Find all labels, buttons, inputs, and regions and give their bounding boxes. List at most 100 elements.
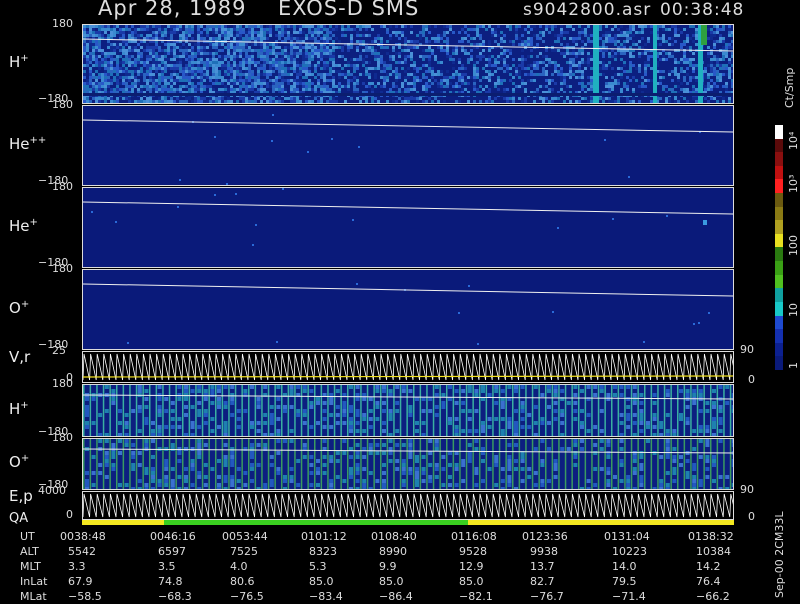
cell (359, 25, 362, 28)
cell (443, 34, 446, 37)
cell (329, 397, 334, 401)
ephemeris-cell: 80.6 (230, 575, 255, 588)
cell (446, 37, 449, 40)
cell (413, 97, 416, 100)
cell (507, 385, 512, 389)
cell (290, 97, 293, 100)
cell (705, 439, 710, 443)
cell (104, 28, 107, 31)
cell (619, 463, 624, 467)
cell (536, 61, 539, 64)
cell (722, 37, 725, 40)
cell (629, 46, 632, 49)
colorbar-swatch (775, 165, 783, 180)
cell (83, 64, 86, 67)
cell (470, 49, 473, 52)
cell (722, 58, 725, 61)
cell (296, 76, 299, 79)
cell (599, 467, 604, 471)
cell (83, 76, 86, 79)
spin-line (617, 385, 620, 436)
cell (177, 397, 182, 401)
cell (212, 31, 215, 34)
cell (680, 31, 683, 34)
cell (314, 55, 317, 58)
cell (408, 443, 413, 447)
cell (155, 55, 158, 58)
cell (545, 28, 548, 31)
cell (320, 97, 323, 100)
cell (206, 25, 209, 28)
cell (683, 76, 686, 79)
cell (230, 67, 233, 70)
cell (242, 58, 245, 61)
cell (326, 31, 329, 34)
cell (454, 429, 459, 433)
cell (164, 85, 167, 88)
cell (212, 67, 215, 70)
cell (188, 61, 191, 64)
cell (419, 37, 422, 40)
cell (290, 100, 293, 103)
spin-line (248, 385, 250, 436)
cell (200, 34, 203, 37)
cell (272, 79, 275, 82)
cell (428, 479, 433, 483)
cell (197, 439, 202, 443)
cell (242, 31, 245, 34)
spin-line (102, 385, 105, 436)
ephemeris-cell: 0038:48 (60, 530, 106, 543)
cell (342, 421, 347, 425)
colorbar-swatch (775, 342, 783, 357)
cell (605, 64, 608, 67)
cell (335, 46, 338, 49)
cell (125, 55, 128, 58)
cell (233, 49, 236, 52)
cell (626, 97, 629, 100)
cell (128, 70, 131, 73)
cell (155, 37, 158, 40)
cell (311, 37, 314, 40)
cell (209, 58, 212, 61)
cell (731, 64, 733, 67)
cell (316, 397, 320, 401)
cell (221, 82, 224, 85)
cell (542, 34, 545, 37)
cell (287, 34, 290, 37)
cell (614, 37, 617, 40)
cell (668, 28, 671, 31)
cell (263, 79, 266, 82)
ephemeris-cell: −83.4 (309, 590, 343, 603)
cell (479, 58, 482, 61)
cell (128, 97, 131, 100)
cell (452, 52, 455, 55)
cell (446, 85, 449, 88)
cell (152, 79, 155, 82)
cell (524, 73, 527, 76)
cell (573, 417, 578, 421)
cell (605, 97, 608, 100)
cell (182, 43, 185, 46)
cell (190, 463, 195, 467)
cell (527, 55, 530, 58)
cell (476, 61, 479, 64)
cell (276, 429, 281, 433)
cell (509, 40, 512, 43)
cell (239, 70, 242, 73)
cell (170, 447, 175, 451)
cell (481, 447, 485, 451)
cell (323, 67, 326, 70)
cell (218, 61, 221, 64)
cell (473, 73, 476, 76)
cell (380, 37, 383, 40)
cell (173, 49, 176, 52)
cell (695, 64, 698, 67)
cell (728, 73, 731, 76)
cell (326, 55, 329, 58)
cell (638, 55, 641, 58)
cell (317, 73, 320, 76)
cell (349, 425, 353, 429)
spin-line (637, 385, 639, 436)
cell (428, 55, 431, 58)
cell (527, 475, 532, 479)
